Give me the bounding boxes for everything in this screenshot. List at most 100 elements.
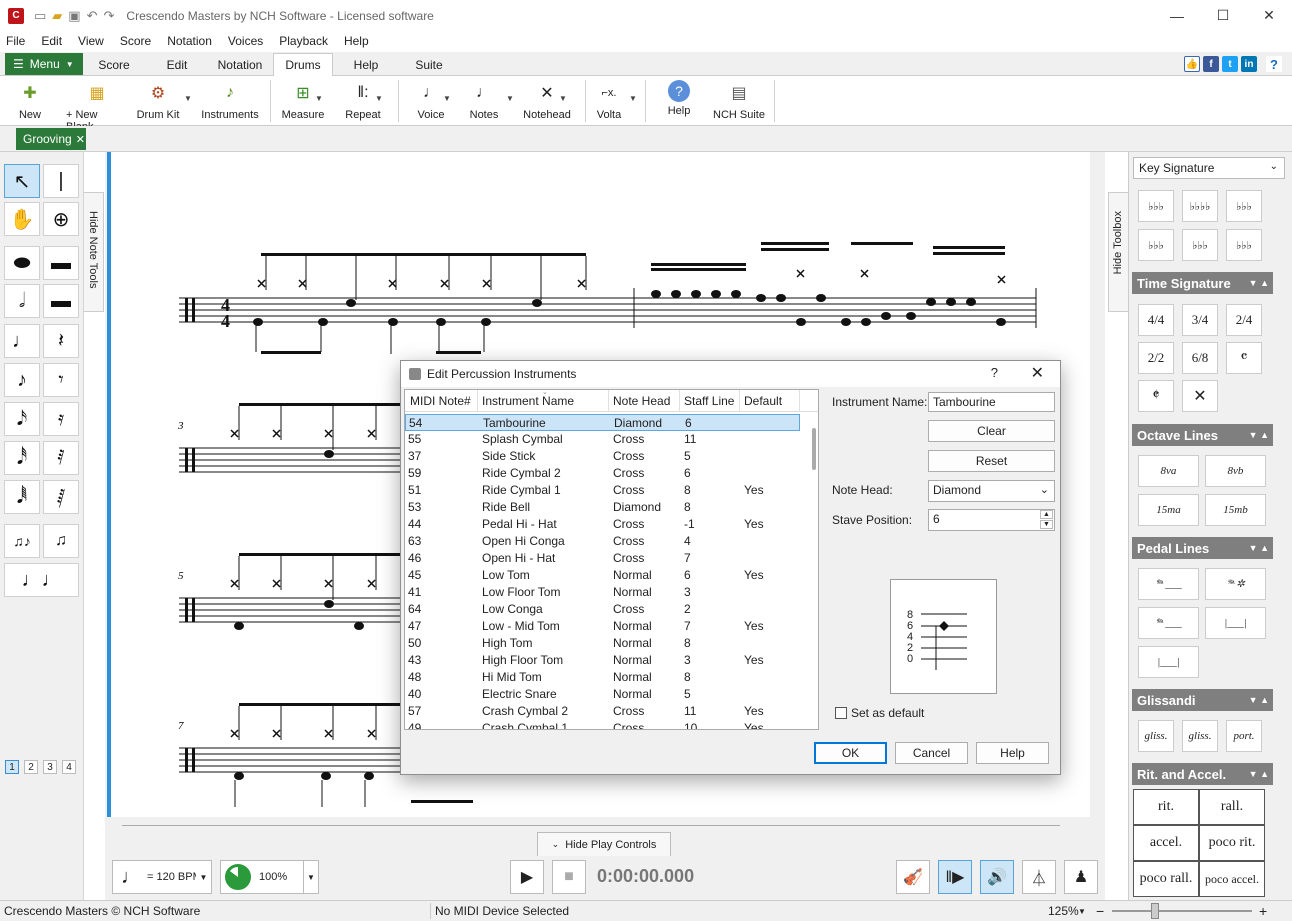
time-signature-2-4-icon[interactable]: 2/4 [1226,304,1262,336]
table-row[interactable]: 55 Splash Cymbal Cross 11 [405,431,800,448]
table-row[interactable]: 63 Open Hi Conga Cross 4 [405,533,800,550]
spinner-down-icon[interactable]: ▼ [1040,520,1053,529]
thirty-second-rest-icon[interactable]: 𝅀 [43,441,79,475]
speed-dropdown[interactable]: ▼ [303,860,319,894]
select-tool-icon[interactable]: ↖ [4,164,40,198]
pedal-release-icon[interactable]: 𝆮 ✲ [1205,568,1266,600]
pedal-line-icon[interactable]: 𝆮 ___ [1138,568,1199,600]
glissando-straight-icon[interactable]: gliss. [1182,720,1218,752]
column-header-staff-line[interactable]: Staff Line [684,394,734,408]
pedal-bracket-icon[interactable]: 𝆮 ___ [1138,607,1199,639]
hand-tool-icon[interactable]: ✋ [4,202,40,236]
table-row[interactable]: 43 High Floor Tom Normal 3 Yes [405,652,800,669]
menu-voices[interactable]: Voices [226,34,265,48]
whole-rest-icon[interactable]: ▬ [43,246,79,280]
section-pedal-lines[interactable]: Pedal Lines ▼ ▲ [1132,537,1273,559]
spinner-up-icon[interactable]: ▲ [1040,510,1053,519]
set-as-default-checkbox[interactable] [835,707,847,719]
facebook-icon[interactable]: f [1203,56,1219,72]
tempo-dropdown[interactable]: ▼ [196,860,212,894]
key-signature-flats-3-icon[interactable]: ♭♭♭ [1138,190,1174,222]
table-row[interactable]: 54 Tambourine Diamond 6 [405,414,800,431]
time-signature-3-4-icon[interactable]: 3/4 [1182,304,1218,336]
volta-button[interactable]: ⌐x. Volta [592,80,626,121]
menu-help[interactable]: Help [342,34,371,48]
table-row[interactable]: 45 Low Tom Normal 6 Yes [405,567,800,584]
zoom-out-icon[interactable]: − [1096,903,1104,919]
tab-notation[interactable]: Notation [210,53,270,76]
octave-15ma-icon[interactable]: 15ma [1138,494,1199,526]
dialog-help-icon[interactable]: ? [991,365,998,380]
zoom-in-icon[interactable]: + [1259,903,1267,919]
hide-play-controls-tab[interactable]: ⌄ Hide Play Controls [537,832,671,856]
open-folder-icon[interactable]: ▰ [52,8,62,24]
menu-file[interactable]: File [4,34,27,48]
column-header-default[interactable]: Default [744,394,782,408]
instrument-icon[interactable]: 🎻 [896,860,930,894]
half-note-icon[interactable]: 𝅗𝅥 [4,284,40,318]
rit-button[interactable]: rit. [1133,789,1199,825]
voice-2-button[interactable]: 2 [24,760,38,774]
minimize-button[interactable]: — [1154,0,1200,31]
menu-score[interactable]: Score [118,34,153,48]
tab-score[interactable]: Score [90,53,138,76]
whole-note-icon[interactable]: ⬬ [4,246,40,280]
dialog-close-icon[interactable]: ✕ [1031,363,1044,383]
list-scrollbar-thumb[interactable] [812,428,816,470]
collapse-arrows-icon[interactable]: ▼ ▲ [1249,430,1269,440]
ok-button[interactable]: OK [814,742,887,764]
voice-3-button[interactable]: 3 [43,760,57,774]
table-row[interactable]: 46 Open Hi - Hat Cross 7 [405,550,800,567]
voice-4-button[interactable]: 4 [62,760,76,774]
help-circle-icon[interactable]: ? [1266,56,1282,72]
rall-button[interactable]: rall. [1199,789,1265,825]
new-file-icon[interactable]: ▭ [34,8,46,24]
performer-icon[interactable]: ♟ [1064,860,1098,894]
maximize-button[interactable]: ☐ [1200,0,1246,31]
menu-playback[interactable]: Playback [277,34,330,48]
column-header-note-head[interactable]: Note Head [613,394,670,408]
eighth-note-icon[interactable]: ♪ [4,363,40,397]
half-rest-icon[interactable]: ▬ [43,284,79,318]
key-signature-flats-4-icon[interactable]: ♭♭♭♭ [1182,190,1218,222]
app-icon[interactable]: C [8,7,24,24]
zoom-tool-icon[interactable]: ⊕ [43,202,79,236]
table-row[interactable]: 57 Crash Cymbal 2 Cross 11 Yes [405,703,800,720]
table-row[interactable]: 41 Low Floor Tom Normal 3 [405,584,800,601]
table-row[interactable]: 51 Ride Cymbal 1 Cross 8 Yes [405,482,800,499]
table-row[interactable]: 48 Hi Mid Tom Normal 8 [405,669,800,686]
table-row[interactable]: 49 Crash Cymbal 1 Cross 10 Yes [405,720,800,729]
quarter-note-icon[interactable]: ♩ [4,324,40,358]
tab-drums[interactable]: Drums [273,53,333,76]
hide-note-tools-tab[interactable]: Hide Note Tools [84,192,104,312]
save-icon[interactable]: ▣ [68,8,80,24]
sixty-fourth-rest-icon[interactable]: 𝅁 [43,480,79,514]
midi-input-icon[interactable]: 🔊 [980,860,1014,894]
key-signature-flats-6-icon[interactable]: ♭♭♭ [1138,229,1174,261]
ribbon-menu-button[interactable]: ☰ Menu ▼ [5,53,83,75]
notehead-dropdown-icon[interactable]: ▼ [559,94,567,103]
measure-dropdown-icon[interactable]: ▼ [315,94,323,103]
menu-view[interactable]: View [76,34,106,48]
thirty-second-note-icon[interactable]: 𝅘𝅥𝅰 [4,441,40,475]
linkedin-icon[interactable]: in [1241,56,1257,72]
key-signature-flats-5-icon[interactable]: ♭♭♭ [1226,190,1262,222]
column-header-midi-note[interactable]: MIDI Note# [410,394,471,408]
note-head-select[interactable]: Diamond ⌄ [928,480,1055,502]
collapse-arrows-icon[interactable]: ▼ ▲ [1249,769,1269,779]
eighth-rest-icon[interactable]: 𝄾 [43,363,79,397]
metronome-icon[interactable]: ⏃ [1022,860,1056,894]
instrument-name-input[interactable]: Tambourine [928,392,1055,412]
drum-kit-dropdown-icon[interactable]: ▼ [184,94,192,103]
cut-time-icon[interactable]: 𝄵 [1138,380,1174,412]
tab-edit[interactable]: Edit [153,53,201,76]
like-icon[interactable]: 👍 [1184,56,1200,72]
play-button[interactable]: ▶ [510,860,544,894]
table-row[interactable]: 64 Low Conga Cross 2 [405,601,800,618]
close-tab-icon[interactable]: ✕ [76,133,85,146]
menu-notation[interactable]: Notation [165,34,214,48]
notes-button[interactable]: ♩ Notes [467,80,501,121]
table-row[interactable]: 53 Ride Bell Diamond 8 [405,499,800,516]
table-row[interactable]: 40 Electric Snare Normal 5 [405,686,800,703]
repeat-dropdown-icon[interactable]: ▼ [375,94,383,103]
